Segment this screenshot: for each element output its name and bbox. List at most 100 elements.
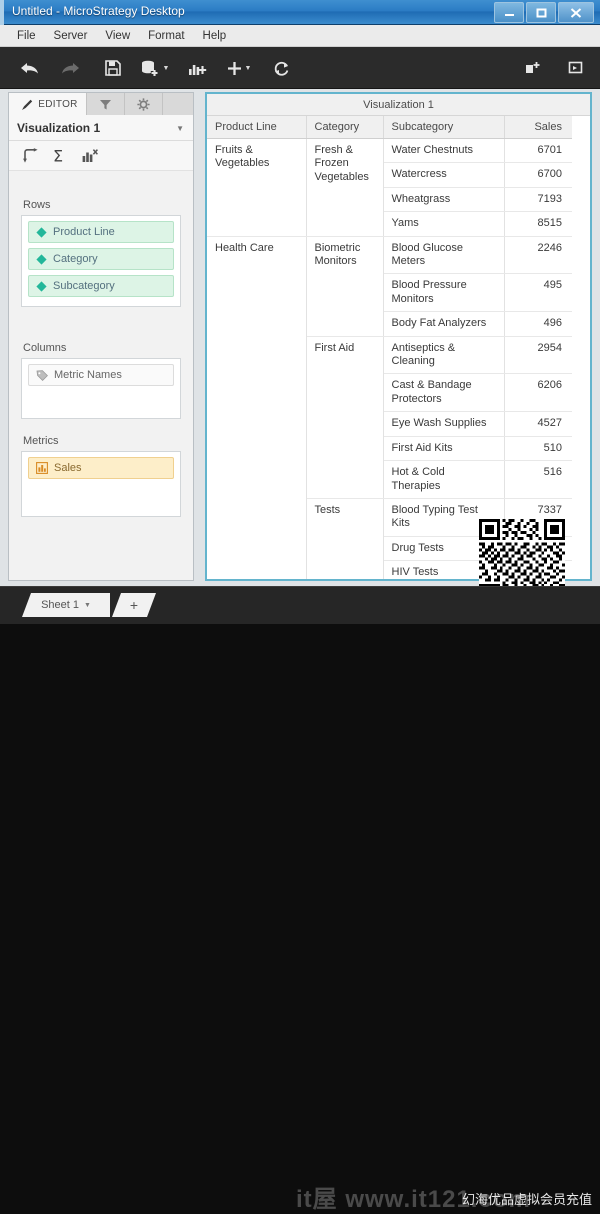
menu-item-view[interactable]: View: [96, 28, 139, 44]
title-bar: Untitled - MicroStrategy Desktop: [0, 0, 600, 25]
maximize-icon[interactable]: [526, 2, 556, 23]
shelf-chip-product-line[interactable]: Product Line: [28, 221, 174, 243]
sheet-tab-sheet1[interactable]: Sheet 1 ▼: [22, 593, 110, 617]
shelf-chip-sales[interactable]: Sales: [28, 457, 174, 479]
menu-item-server[interactable]: Server: [45, 28, 97, 44]
cell-sales: 6700: [504, 162, 572, 188]
grid-header-row: Product Line Category Subcategory Sales: [207, 116, 572, 139]
column-header-subcategory[interactable]: Subcategory: [383, 116, 505, 139]
cell-sales: 496: [504, 311, 572, 337]
window-title: Untitled - MicroStrategy Desktop: [12, 4, 185, 18]
cell-subcategory: Water Chestnuts: [383, 138, 505, 164]
cell-subcategory: Body Fat Analyzers: [383, 311, 505, 337]
cell-product-line: Health Care: [207, 236, 307, 579]
cell-subcategory: First Aid Kits: [383, 436, 505, 462]
toolbar-left-group: ▼ ▼: [8, 47, 302, 89]
data-grid: Product Line Category Subcategory Sales …: [207, 116, 572, 579]
shelf-chip-label: Subcategory: [53, 280, 115, 292]
shelf-chip-label: Metric Names: [54, 369, 122, 381]
attribute-diamond-icon: [36, 253, 47, 265]
shelf-label-rows: Rows: [23, 199, 51, 211]
add-sheet-button[interactable]: +: [112, 593, 156, 617]
gear-icon: [137, 97, 150, 111]
cell-subcategory: Blood Glucose Meters: [383, 236, 505, 275]
cell-sales: 6701: [504, 138, 572, 164]
share-icon[interactable]: [512, 47, 554, 89]
shelf-chip-label: Category: [53, 253, 98, 265]
pencil-icon: [21, 98, 34, 111]
shelf-columns[interactable]: Metric Names: [21, 358, 181, 419]
shelf-chip-label: Product Line: [53, 226, 115, 238]
present-icon[interactable]: [554, 47, 596, 89]
shelf-chip-metric-names[interactable]: Metric Names: [28, 364, 174, 386]
menu-item-file[interactable]: File: [8, 28, 45, 44]
column-header-category[interactable]: Category: [306, 116, 384, 139]
add-data-icon[interactable]: ▼: [134, 47, 176, 89]
shelf-rows[interactable]: Product Line Category Subcategory: [21, 215, 181, 307]
cell-sales: 510: [504, 436, 572, 462]
cell-sales: 8515: [504, 211, 572, 237]
cell-sales: 516: [504, 460, 572, 499]
chevron-down-icon[interactable]: ▼: [84, 602, 91, 609]
save-icon[interactable]: [92, 47, 134, 89]
window-edge-highlight: [0, 0, 4, 25]
menu-item-format[interactable]: Format: [139, 28, 193, 44]
chevron-down-icon: ▼: [162, 64, 170, 72]
tab-editor-label: EDITOR: [38, 98, 78, 110]
shelf-metrics[interactable]: Sales: [21, 451, 181, 517]
sheet-bar: Sheet 1 ▼ + it屋 www.it121.com 幻海优品虚拟会员充值: [0, 586, 600, 1213]
menu-bar: File Server View Format Help: [0, 25, 600, 47]
change-visualization-icon[interactable]: [82, 148, 98, 163]
watermark-chinese: 幻海优品虚拟会员充值: [461, 1192, 592, 1207]
editor-panel: EDITOR Visualization 1 ▼ Σ Rows Product …: [8, 92, 194, 581]
shelf-chip-subcategory[interactable]: Subcategory: [28, 275, 174, 297]
window-controls: [494, 2, 594, 23]
shelf-label-columns: Columns: [23, 342, 67, 354]
main-toolbar: ▼ ▼: [0, 47, 600, 89]
shelf-chip-category[interactable]: Category: [28, 248, 174, 270]
close-icon[interactable]: [558, 2, 594, 23]
back-icon[interactable]: [8, 47, 50, 89]
cell-sales: 7193: [504, 187, 572, 213]
grid-scroll-area[interactable]: Product Line Category Subcategory Sales …: [207, 116, 590, 579]
visualization-panel[interactable]: Visualization 1 Product Line Category Su…: [205, 92, 592, 581]
svg-text:Σ: Σ: [53, 148, 63, 164]
cell-subcategory: Wheatgrass: [383, 187, 505, 213]
tab-filters[interactable]: [87, 93, 125, 115]
cell-category: First Aid: [306, 336, 384, 499]
cell-product-line: Fruits & Vegetables: [207, 138, 307, 237]
swap-rows-columns-icon[interactable]: [23, 148, 39, 163]
visualization-selector-label: Visualization 1: [17, 120, 101, 135]
tab-editor[interactable]: EDITOR: [9, 93, 87, 115]
cell-subcategory: Cast & Bandage Protectors: [383, 373, 505, 413]
sheet-tab-label: Sheet 1: [41, 599, 79, 611]
editor-tool-icons: Σ: [9, 141, 193, 171]
add-visualization-icon[interactable]: [176, 47, 218, 89]
attribute-diamond-icon: [36, 226, 47, 238]
visualization-selector[interactable]: Visualization 1 ▼: [9, 115, 193, 141]
shelf-chip-label: Sales: [54, 462, 82, 474]
filter-icon: [99, 98, 112, 111]
cell-sales: 495: [504, 273, 572, 313]
metric-names-tag-icon: [36, 369, 48, 381]
tab-properties[interactable]: [125, 93, 163, 115]
cell-subcategory: Watercress: [383, 162, 505, 188]
editor-tabs: EDITOR: [9, 93, 193, 115]
add-icon[interactable]: ▼: [218, 47, 260, 89]
cell-category: Fresh & Frozen Vegetables: [306, 138, 384, 237]
totals-sigma-icon[interactable]: Σ: [53, 148, 68, 164]
cell-category: Tests: [306, 498, 384, 579]
menu-item-help[interactable]: Help: [194, 28, 236, 44]
table-row[interactable]: Health Care Biometric Monitors Blood Glu…: [207, 236, 572, 579]
cell-sales: 4527: [504, 411, 572, 437]
forward-icon[interactable]: [50, 47, 92, 89]
minimize-icon[interactable]: [494, 2, 524, 23]
cell-category: Biometric Monitors: [306, 236, 384, 337]
cell-sales: 6206: [504, 373, 572, 413]
table-row[interactable]: Fruits & Vegetables Fresh & Frozen Veget…: [207, 138, 572, 237]
application-window: Untitled - MicroStrategy Desktop File Se…: [0, 0, 600, 1213]
column-header-sales[interactable]: Sales: [504, 116, 572, 139]
column-header-product-line[interactable]: Product Line: [207, 116, 307, 139]
refresh-icon[interactable]: [260, 47, 302, 89]
workspace: EDITOR Visualization 1 ▼ Σ Rows Product …: [0, 89, 600, 586]
